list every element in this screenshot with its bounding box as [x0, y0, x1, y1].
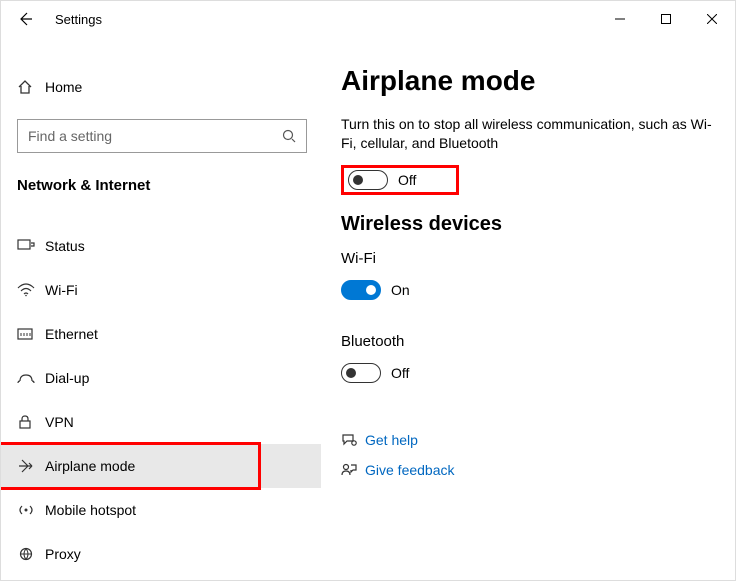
airplane-toggle[interactable]: [348, 170, 388, 190]
hotspot-icon: [17, 503, 45, 517]
airplane-description: Turn this on to stop all wireless commun…: [341, 115, 715, 153]
bluetooth-label: Bluetooth: [341, 333, 715, 350]
maximize-icon: [661, 14, 671, 24]
minimize-button[interactable]: [597, 3, 643, 35]
dialup-icon: [17, 371, 45, 385]
sidebar-item-airplane-mode[interactable]: Airplane mode: [1, 444, 321, 488]
search-icon: [282, 129, 296, 143]
sidebar-item-dialup[interactable]: Dial-up: [17, 356, 305, 400]
airplane-toggle-row: Off: [341, 165, 459, 195]
give-feedback-label: Give feedback: [365, 462, 455, 478]
main-content: Airplane mode Turn this on to stop all w…: [321, 37, 735, 580]
home-nav[interactable]: Home: [17, 67, 305, 107]
bluetooth-toggle[interactable]: [341, 363, 381, 383]
wifi-toggle-row: On: [341, 275, 715, 305]
maximize-button[interactable]: [643, 3, 689, 35]
airplane-toggle-state: Off: [398, 172, 416, 188]
wifi-toggle-state: On: [391, 282, 410, 298]
sidebar-item-mobile-hotspot[interactable]: Mobile hotspot: [17, 488, 305, 532]
close-button[interactable]: [689, 3, 735, 35]
arrow-left-icon: [17, 11, 33, 27]
get-help-label: Get help: [365, 432, 418, 448]
wireless-devices-heading: Wireless devices: [341, 213, 715, 236]
sidebar-item-label: Status: [45, 238, 85, 254]
vpn-icon: [17, 415, 45, 429]
sidebar-item-label: Airplane mode: [45, 458, 135, 474]
give-feedback-link[interactable]: Give feedback: [341, 462, 715, 478]
wifi-label: Wi-Fi: [341, 250, 715, 267]
page-title: Airplane mode: [341, 65, 715, 97]
ethernet-icon: [17, 327, 45, 341]
bluetooth-toggle-row: Off: [341, 358, 715, 388]
sidebar-item-proxy[interactable]: Proxy: [17, 532, 305, 576]
category-title: Network & Internet: [17, 177, 305, 194]
back-button[interactable]: [17, 11, 49, 27]
sidebar-item-label: Ethernet: [45, 326, 98, 342]
close-icon: [707, 14, 717, 24]
sidebar-item-status[interactable]: Status: [17, 224, 305, 268]
minimize-icon: [615, 14, 625, 24]
sidebar: Home Network & Internet Status Wi-Fi: [1, 37, 321, 580]
sidebar-item-label: Mobile hotspot: [45, 502, 136, 518]
sidebar-item-label: Wi-Fi: [45, 282, 78, 298]
sidebar-item-vpn[interactable]: VPN: [17, 400, 305, 444]
search-box[interactable]: [17, 119, 307, 153]
title-bar: Settings: [1, 1, 735, 37]
proxy-icon: [17, 547, 45, 561]
get-help-link[interactable]: Get help: [341, 432, 715, 448]
sidebar-item-label: VPN: [45, 414, 74, 430]
status-icon: [17, 239, 45, 253]
sidebar-item-label: Proxy: [45, 546, 81, 562]
airplane-icon: [17, 458, 45, 474]
sidebar-item-label: Dial-up: [45, 370, 89, 386]
sidebar-item-ethernet[interactable]: Ethernet: [17, 312, 305, 356]
bluetooth-toggle-state: Off: [391, 365, 409, 381]
search-input[interactable]: [18, 120, 306, 152]
sidebar-item-wifi[interactable]: Wi-Fi: [17, 268, 305, 312]
home-icon: [17, 79, 45, 95]
wifi-toggle[interactable]: [341, 280, 381, 300]
chat-icon: [341, 432, 365, 448]
wifi-icon: [17, 283, 45, 297]
home-label: Home: [45, 79, 82, 95]
window-controls: [597, 3, 735, 35]
feedback-icon: [341, 462, 365, 478]
window-title: Settings: [55, 12, 102, 27]
